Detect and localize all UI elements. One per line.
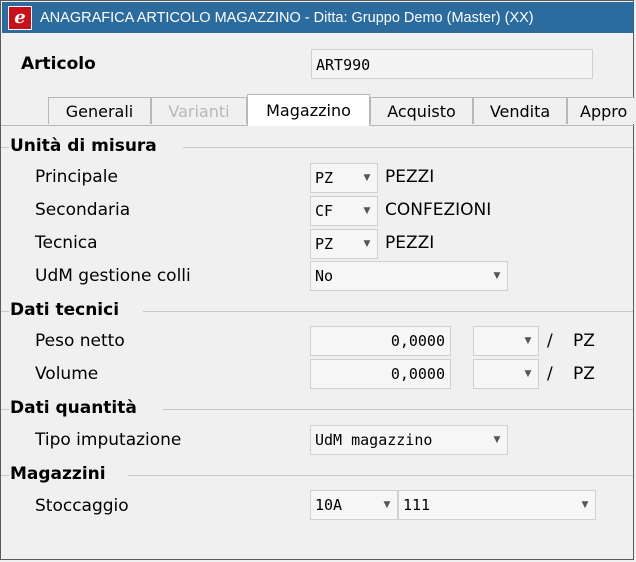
dropdown-arrow-icon[interactable]: ▼: [377, 491, 397, 519]
volume-field[interactable]: 0,0000: [310, 359, 451, 389]
e-logo-icon: e: [8, 5, 32, 30]
section-separator: [1, 409, 9, 410]
section-title-magazzini: Magazzini: [10, 464, 106, 484]
principale-label: Principale: [35, 167, 118, 187]
secondaria-udm-select[interactable]: CF ▼: [310, 196, 378, 226]
tab-bar: Generali Varianti Magazzino Acquisto Ven…: [1, 94, 635, 126]
dropdown-arrow-icon[interactable]: ▼: [487, 262, 507, 290]
title-bar: e ANAGRAFICA ARTICOLO MAGAZZINO - Ditta:…: [2, 2, 634, 33]
section-separator: [128, 475, 633, 476]
colli-value: No: [315, 267, 334, 285]
peso-label: Peso netto: [35, 331, 125, 351]
section-title-quantita: Dati quantità: [10, 398, 137, 418]
stoccaggio-value-select[interactable]: 111 ▼: [398, 490, 596, 520]
tecnica-label: Tecnica: [35, 233, 98, 253]
article-header: Articolo ART990: [2, 34, 634, 98]
section-separator: [1, 475, 9, 476]
stoccaggio-label: Stoccaggio: [35, 496, 129, 516]
peso-udm-select[interactable]: ▼: [473, 326, 539, 356]
section-separator: [183, 147, 633, 148]
section-title-udm: Unità di misura: [10, 136, 157, 156]
stoccaggio-code-select[interactable]: 10A ▼: [310, 490, 398, 520]
colli-label: UdM gestione colli: [35, 266, 191, 286]
secondaria-code: CF: [315, 202, 334, 220]
article-code-field[interactable]: ART990: [311, 49, 593, 79]
section-separator: [1, 311, 9, 312]
secondaria-label: Secondaria: [35, 200, 131, 220]
stoccaggio-code: 10A: [315, 496, 343, 514]
peso-slash: /: [547, 331, 553, 351]
dropdown-arrow-icon[interactable]: ▼: [487, 426, 507, 454]
tab-vendita[interactable]: Vendita: [473, 97, 567, 124]
dropdown-arrow-icon[interactable]: ▼: [518, 360, 538, 388]
tecnica-udm-select[interactable]: PZ ▼: [310, 229, 378, 259]
dropdown-arrow-icon[interactable]: ▼: [357, 164, 377, 192]
tab-acquisto[interactable]: Acquisto: [370, 97, 473, 124]
tab-appro[interactable]: Appro: [567, 97, 635, 124]
section-separator: [143, 311, 633, 312]
stoccaggio-value: 111: [403, 496, 431, 514]
dropdown-arrow-icon[interactable]: ▼: [518, 327, 538, 355]
principale-udm-select[interactable]: PZ ▼: [310, 163, 378, 193]
peso-netto-field[interactable]: 0,0000: [310, 326, 451, 356]
imputazione-value: UdM magazzino: [315, 431, 433, 449]
tab-varianti: Varianti: [151, 97, 247, 124]
principale-desc: PEZZI: [385, 167, 435, 187]
peso-unit: PZ: [573, 331, 595, 351]
section-title-tecnici: Dati tecnici: [10, 300, 120, 320]
section-separator: [1, 147, 9, 148]
volume-udm-select[interactable]: ▼: [473, 359, 539, 389]
volume-unit: PZ: [573, 364, 595, 384]
principale-code: PZ: [315, 169, 334, 187]
tecnica-code: PZ: [315, 235, 334, 253]
article-label: Articolo: [21, 54, 96, 74]
volume-slash: /: [547, 364, 553, 384]
imputazione-select[interactable]: UdM magazzino ▼: [310, 425, 508, 455]
dropdown-arrow-icon[interactable]: ▼: [357, 230, 377, 258]
imputazione-label: Tipo imputazione: [35, 430, 182, 450]
tab-magazzino[interactable]: Magazzino: [247, 94, 370, 126]
window-title: ANAGRAFICA ARTICOLO MAGAZZINO - Ditta: G…: [40, 9, 534, 26]
secondaria-desc: CONFEZIONI: [385, 200, 492, 220]
colli-select[interactable]: No ▼: [310, 261, 508, 291]
window-frame: e ANAGRAFICA ARTICOLO MAGAZZINO - Ditta:…: [0, 0, 635, 560]
tab-generali[interactable]: Generali: [48, 97, 151, 124]
dropdown-arrow-icon[interactable]: ▼: [357, 197, 377, 225]
volume-label: Volume: [35, 364, 99, 384]
section-separator: [163, 409, 633, 410]
tecnica-desc: PEZZI: [385, 233, 435, 253]
dropdown-arrow-icon[interactable]: ▼: [575, 491, 595, 519]
